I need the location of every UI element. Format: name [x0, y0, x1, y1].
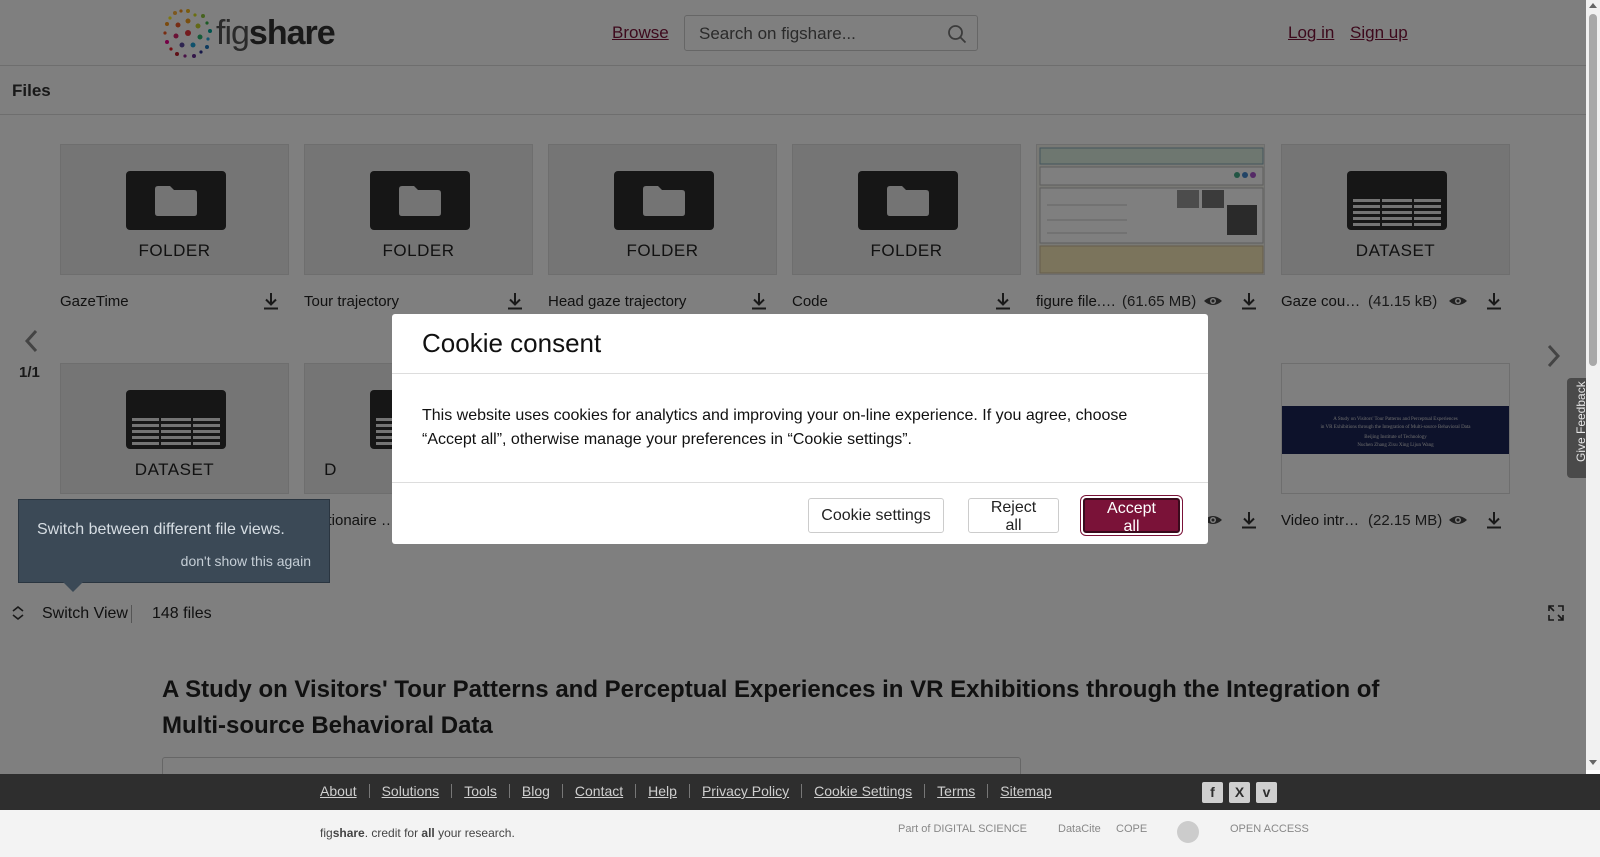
footer-links: About Solutions Tools Blog Contact Help … — [320, 783, 1052, 799]
x-twitter-icon[interactable]: X — [1229, 782, 1250, 803]
scrollbar-thumb[interactable] — [1589, 14, 1597, 366]
site-footer: About Solutions Tools Blog Contact Help … — [0, 774, 1600, 810]
datacite-logo[interactable]: DataCite — [1058, 823, 1101, 835]
tagline: figshare. credit for all your research. — [320, 826, 515, 840]
footer-link-cookie-settings[interactable]: Cookie Settings — [814, 783, 912, 799]
footer-link-help[interactable]: Help — [648, 783, 677, 799]
dialog-title: Cookie consent — [422, 328, 602, 358]
footer-link-terms[interactable]: Terms — [937, 783, 975, 799]
tooltip-text: Switch between different file views. — [37, 521, 285, 538]
accept-all-button[interactable]: Accept all — [1083, 498, 1180, 535]
tooltip-arrow — [63, 582, 83, 592]
cookie-settings-button[interactable]: Cookie settings — [808, 498, 944, 533]
footer-link-solutions[interactable]: Solutions — [382, 783, 440, 799]
dont-show-again-link[interactable]: don't show this again — [181, 553, 311, 569]
dialog-header: Cookie consent — [392, 314, 1208, 374]
page: figshare Browse Log in Sign up Files FOL… — [0, 0, 1586, 857]
page-scrollbar[interactable] — [1586, 0, 1600, 770]
sub-footer: figshare. credit for all your research. … — [0, 810, 1600, 857]
dialog-footer: Cookie settings Reject all Accept all — [392, 482, 1208, 544]
dialog-body: This website uses cookies for analytics … — [422, 407, 1128, 448]
cope-logo[interactable]: COPE — [1116, 823, 1147, 835]
cookie-consent-dialog: Cookie consent This website uses cookies… — [392, 314, 1208, 544]
digital-science-logo[interactable]: Part of DIGITAL SCIENCE — [898, 823, 1027, 835]
switch-view-tooltip: Switch between different file views. don… — [18, 499, 330, 592]
footer-link-sitemap[interactable]: Sitemap — [1000, 783, 1051, 799]
footer-link-contact[interactable]: Contact — [575, 783, 623, 799]
scroll-up-arrow-icon[interactable] — [1589, 3, 1597, 8]
footer-link-tools[interactable]: Tools — [464, 783, 497, 799]
reject-all-button[interactable]: Reject all — [968, 498, 1059, 534]
open-access-logo[interactable]: OPEN ACCESS — [1230, 823, 1309, 835]
footer-link-privacy[interactable]: Privacy Policy — [702, 783, 789, 799]
badge-logo-icon[interactable] — [1177, 821, 1199, 843]
scroll-down-arrow-icon[interactable] — [1589, 760, 1597, 765]
facebook-icon[interactable]: f — [1202, 782, 1223, 803]
vimeo-icon[interactable]: v — [1256, 782, 1277, 803]
footer-link-about[interactable]: About — [320, 783, 357, 799]
footer-link-blog[interactable]: Blog — [522, 783, 550, 799]
